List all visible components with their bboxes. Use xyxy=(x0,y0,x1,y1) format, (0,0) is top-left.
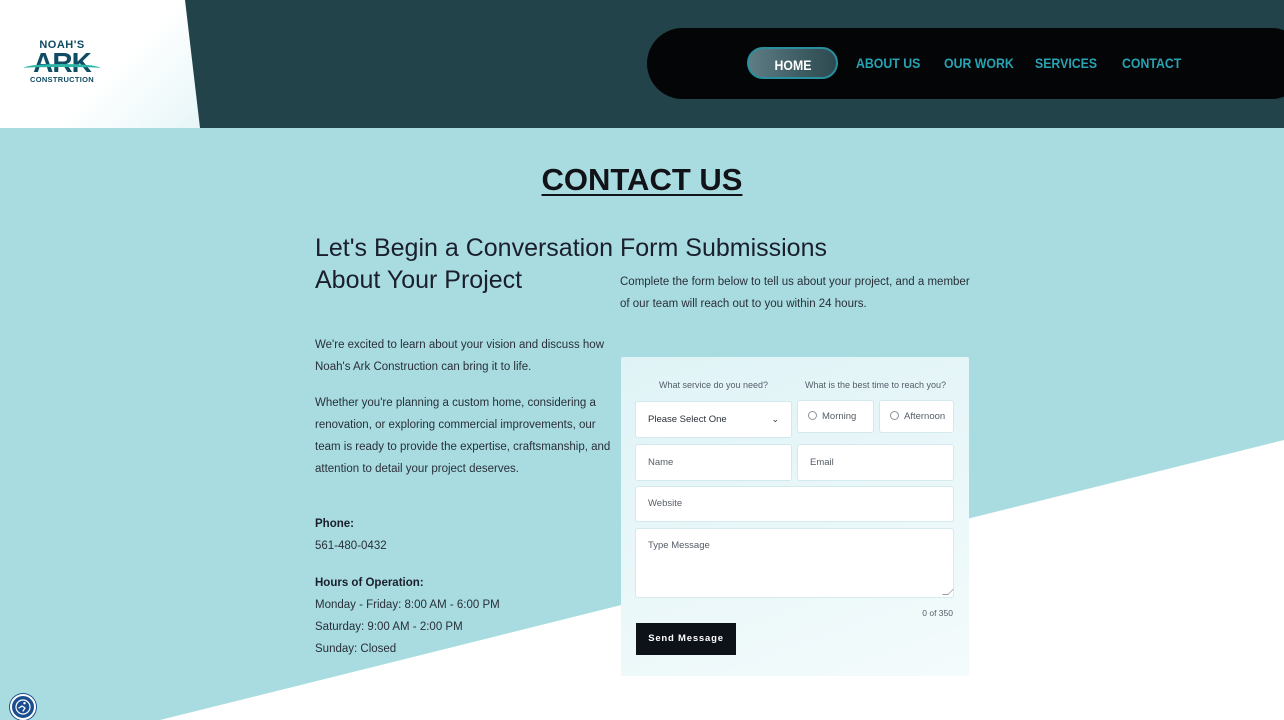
email-field[interactable]: Email xyxy=(798,445,953,480)
character-counter: 0 of 350 xyxy=(922,608,953,618)
logo-swoosh xyxy=(24,64,100,72)
page-title: CONTACT US xyxy=(541,162,743,197)
hours-label: Hours of Operation: xyxy=(315,577,424,589)
details-paragraph: Whether you're planning a custom home, c… xyxy=(315,397,611,475)
hours-list: Monday - Friday: 8:00 AM - 6:00 PM Satur… xyxy=(315,594,500,660)
website-field[interactable]: Website xyxy=(636,487,953,521)
radio-morning[interactable]: Morning xyxy=(798,401,873,432)
hours-saturday: Saturday: 9:00 AM - 2:00 PM xyxy=(315,621,463,633)
phone-label: Phone: xyxy=(315,518,354,530)
left-column: Let's Begin a Conversation About Your Pr… xyxy=(315,232,615,296)
site-logo[interactable]: NOAH'S ARK CONSTRUCTION xyxy=(22,40,102,88)
hours-sunday: Sunday: Closed xyxy=(315,643,397,655)
left-heading: Let's Begin a Conversation About Your Pr… xyxy=(315,234,614,294)
nav-our-work[interactable]: OUR WORK xyxy=(944,47,1014,79)
chevron-down-icon: ⌄ xyxy=(771,414,779,424)
radio-afternoon-label: Afternoon xyxy=(904,411,946,422)
service-select-value: Please Select One xyxy=(648,414,727,425)
resize-grip-icon[interactable] xyxy=(942,589,954,595)
logo-main-text: ARK xyxy=(22,49,102,77)
nav-contact[interactable]: CONTACT xyxy=(1122,47,1181,79)
accessibility-icon xyxy=(15,699,31,715)
service-select[interactable]: Please Select One ⌄ xyxy=(636,402,791,437)
message-textarea[interactable]: Type Message xyxy=(636,529,954,597)
radio-morning-label: Morning xyxy=(822,411,857,422)
nav-services[interactable]: SERVICES xyxy=(1035,47,1097,79)
nav-home[interactable]: HOME xyxy=(747,47,838,79)
hours-weekday: Monday - Friday: 8:00 AM - 6:00 PM xyxy=(315,599,500,611)
radio-circle-icon xyxy=(890,410,899,420)
radio-circle-icon xyxy=(808,410,817,420)
phone-number[interactable]: 561-480-0432 xyxy=(315,535,387,557)
message-placeholder: Type Message xyxy=(648,540,710,551)
intro-paragraph: We're excited to learn about your vision… xyxy=(315,339,604,373)
service-question: What service do you need? xyxy=(658,380,769,390)
name-field[interactable]: Name xyxy=(636,445,791,480)
accessibility-button[interactable] xyxy=(10,694,36,720)
radio-afternoon[interactable]: Afternoon xyxy=(880,401,953,432)
form-heading: Form Submissions xyxy=(620,234,827,262)
form-intro: Complete the form below to tell us about… xyxy=(620,276,970,310)
nav-about-us[interactable]: ABOUT US xyxy=(856,47,920,79)
time-question: What is the best time to reach you? xyxy=(804,380,947,390)
site-header: NOAH'S ARK CONSTRUCTION HOME ABOUT US OU… xyxy=(0,0,1284,128)
send-message-button[interactable]: Send Message xyxy=(636,623,736,655)
